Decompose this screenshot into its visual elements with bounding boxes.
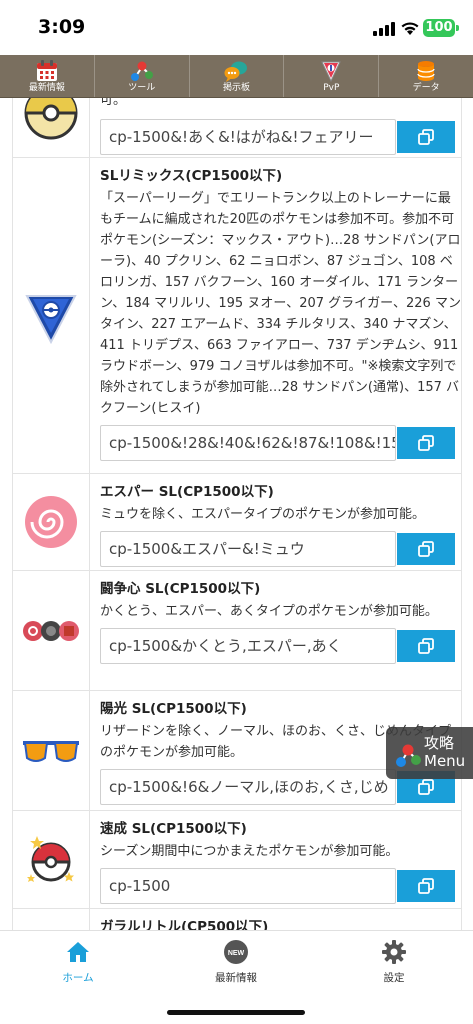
tab-news[interactable]: NEW 最新情報 [186, 939, 286, 985]
copy-button[interactable] [397, 870, 455, 902]
search-string-field[interactable]: cp-1500&!6&ノーマル,ほのお,くさ,じめ [100, 769, 396, 805]
top-nav-label: PvP [323, 83, 340, 93]
home-indicator [167, 1010, 305, 1015]
great-league-icon [25, 294, 77, 344]
copy-icon [418, 779, 434, 795]
copy-button[interactable] [397, 121, 455, 153]
search-string-field[interactable]: cp-1500&かくとう,エスパー,あく [100, 628, 396, 664]
psychic-type-icon [25, 496, 77, 548]
cellular-signal-icon [373, 22, 395, 36]
list-item: SLリミックス(CP1500以下) 「スーパーリーグ」でエリートランク以上のトレ… [13, 158, 461, 474]
copy-button[interactable] [397, 427, 455, 459]
pokeball-stars-icon [27, 835, 74, 882]
calendar-icon [36, 60, 57, 81]
menu-label-line2: Menu [424, 752, 466, 770]
wifi-icon [401, 22, 419, 35]
top-nav-data[interactable]: データ [379, 55, 473, 97]
status-time: 3:09 [38, 16, 86, 38]
sunglasses-icon [23, 740, 79, 762]
row-title: ガラルリトル(CP500以下) [100, 919, 269, 930]
list-item: エスパー SL(CP1500以下) ミュウを除く、エスパータイプのポケモンが参加… [13, 474, 461, 571]
copy-icon [418, 435, 434, 451]
row-title: エスパー SL(CP1500以下) [100, 484, 274, 500]
tab-label: 設定 [383, 972, 405, 984]
row-title: SLリミックス(CP1500以下) [100, 168, 283, 184]
tab-settings[interactable]: 設定 [344, 939, 444, 985]
battery-icon: 100 [423, 19, 459, 37]
home-icon [67, 942, 89, 962]
row-title: 闘争心 SL(CP1500以下) [100, 581, 261, 597]
copy-icon [418, 129, 434, 145]
chat-bubbles-icon [224, 61, 248, 82]
row-title: 速成 SL(CP1500以下) [100, 821, 247, 837]
list-item: 闘争心 SL(CP1500以下) かくとう、エスパー、あくタイプのポケモンが参加… [13, 571, 461, 691]
top-nav: 最新情報 ツール 掲示板 PvP データ [0, 55, 473, 98]
search-string-field[interactable]: cp-1500&!28&!40&!62&!87&!108&!15 [100, 425, 396, 461]
menu-label-line1: 攻略 [424, 734, 455, 752]
row-title: 陽光 SL(CP1500以下) [100, 701, 247, 717]
search-string-field[interactable]: cp-1500&エスパー&!ミュウ [100, 531, 396, 567]
league-list: 可。 cp-1500&!あく&!はがね&!フェアリー SLリミックス(CP150… [12, 98, 462, 930]
gear-icon [382, 940, 406, 964]
row-description: 可。 [100, 98, 127, 108]
pvp-shield-icon [321, 61, 342, 83]
tab-home[interactable]: ホーム [28, 939, 128, 985]
tools-network-icon [130, 61, 153, 81]
tab-label: ホーム [62, 972, 94, 984]
row-description: シーズン期間中につかまえたポケモンが参加可能。 [100, 844, 399, 859]
list-item: 可。 cp-1500&!あく&!はがね&!フェアリー [13, 98, 461, 158]
copy-icon [418, 878, 434, 894]
row-description: かくとう、エスパー、あくタイプのポケモンが参加可能。 [100, 604, 438, 619]
copy-icon [418, 638, 434, 654]
new-badge-text: NEW [228, 950, 245, 957]
database-icon [417, 61, 435, 81]
top-nav-news[interactable]: 最新情報 [0, 55, 95, 97]
type-trio-icon [23, 620, 79, 641]
search-string-field[interactable]: cp-1500 [100, 868, 396, 904]
row-description: 「スーパーリーグ」でエリートランク以上のトレーナーに最もチームに編成された20匹… [100, 191, 461, 416]
list-item: 速成 SL(CP1500以下) シーズン期間中につかまえたポケモンが参加可能。 … [13, 811, 461, 909]
search-string-field[interactable]: cp-1500&!あく&!はがね&!フェアリー [100, 119, 396, 155]
top-nav-board[interactable]: 掲示板 [190, 55, 285, 97]
copy-button[interactable] [397, 630, 455, 662]
new-badge-icon: NEW [224, 940, 248, 964]
strategy-menu-button[interactable]: 攻略 Menu [386, 727, 473, 779]
pokeball-gold-icon [24, 98, 78, 139]
top-nav-tools[interactable]: ツール [95, 55, 190, 97]
menu-network-icon [396, 744, 421, 767]
tab-label: 最新情報 [215, 972, 257, 984]
top-nav-pvp[interactable]: PvP [284, 55, 380, 97]
status-bar: 3:09 100 [0, 0, 473, 55]
copy-icon [418, 541, 434, 557]
row-description: ミュウを除く、エスパータイプのポケモンが参加可能。 [100, 507, 426, 522]
list-item: ガラルリトル(CP500以下) [13, 909, 461, 930]
copy-button[interactable] [397, 533, 455, 565]
